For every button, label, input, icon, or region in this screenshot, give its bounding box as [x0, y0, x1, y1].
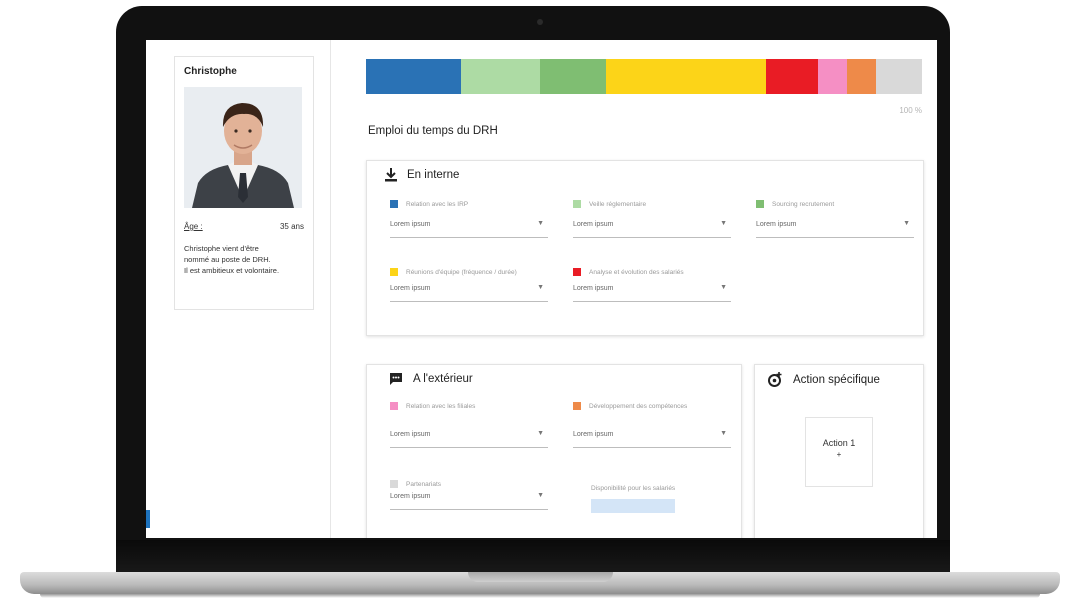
- profile-description-line: nommé au poste de DRH.: [184, 255, 271, 264]
- field-reunions: Réunions d'équipe (fréquence / durée) Lo…: [390, 267, 548, 302]
- schedule-title: Emploi du temps du DRH: [368, 125, 498, 137]
- field-label: Disponibilité pour les salariés: [591, 484, 676, 492]
- specific-card: Action spécifique Action 1 +: [754, 364, 924, 538]
- time-bar-segment: [606, 59, 767, 94]
- select-relation-irp[interactable]: Lorem ipsum ▼: [390, 215, 548, 238]
- time-distribution-bar: [366, 59, 922, 94]
- select-value: Lorem ipsum: [390, 431, 431, 438]
- time-bar-segment: [846, 59, 876, 94]
- dropdown-arrow-icon: ▼: [537, 284, 544, 291]
- camera-icon: [537, 19, 543, 25]
- internal-title: En interne: [407, 169, 460, 181]
- time-bar-segment: [766, 59, 819, 94]
- specific-header: Action spécifique: [768, 372, 880, 387]
- field-competences: Développement des compétences Lorem ipsu…: [573, 401, 731, 448]
- internal-card: En interne Relation avec les IRP Lorem i…: [366, 160, 924, 336]
- dropdown-arrow-icon: ▼: [720, 220, 727, 227]
- profile-name: Christophe: [184, 66, 237, 77]
- dropdown-arrow-icon: ▼: [720, 430, 727, 437]
- availability-input[interactable]: [591, 499, 675, 513]
- legend-swatch: [390, 402, 398, 410]
- action-label: Action 1: [822, 438, 856, 448]
- field-disponibilite: Disponibilité pour les salariés: [591, 483, 676, 513]
- time-bar-segment: [818, 59, 847, 94]
- dropdown-arrow-icon: ▼: [537, 220, 544, 227]
- field-veille: Veille réglementaire Lorem ipsum ▼: [573, 199, 731, 238]
- field-label: Réunions d'équipe (fréquence / durée): [406, 268, 517, 276]
- legend-swatch: [756, 200, 764, 208]
- select-value: Lorem ipsum: [573, 221, 614, 228]
- field-relation-irp: Relation avec les IRP Lorem ipsum ▼: [390, 199, 548, 238]
- legend-swatch: [390, 268, 398, 276]
- time-bar-segment: [366, 59, 462, 94]
- select-competences[interactable]: Lorem ipsum ▼: [573, 425, 731, 448]
- legend-swatch: [390, 200, 398, 208]
- profile-photo: [184, 87, 302, 208]
- field-analyse: Analyse et évolution des salariés Lorem …: [573, 267, 731, 302]
- external-card: A l'extérieur Relation avec les filiales…: [366, 364, 742, 538]
- laptop-chin: [116, 540, 950, 576]
- app-screen: Christophe Âge : 35 ans Christophe vient…: [146, 40, 937, 538]
- select-value: Lorem ipsum: [390, 221, 431, 228]
- field-label: Sourcing recrutement: [772, 200, 835, 208]
- profile-description-line: Il est ambitieux et volontaire.: [184, 266, 280, 275]
- internal-header: En interne: [385, 168, 459, 182]
- select-filiales[interactable]: Lorem ipsum ▼: [390, 425, 548, 448]
- profile-card: Christophe Âge : 35 ans Christophe vient…: [174, 56, 314, 310]
- field-sourcing: Sourcing recrutement Lorem ipsum ▼: [756, 199, 914, 238]
- time-bar-segment: [461, 59, 541, 94]
- field-label: Relation avec les filiales: [406, 402, 476, 410]
- profile-description-line: Christophe vient d'être: [184, 244, 259, 253]
- field-label: Analyse et évolution des salariés: [589, 268, 684, 276]
- external-title: A l'extérieur: [413, 373, 473, 385]
- laptop-shadow: [40, 594, 1040, 598]
- time-bar-segment: [540, 59, 607, 94]
- field-label: Développement des compétences: [589, 402, 688, 410]
- legend-swatch: [573, 268, 581, 276]
- left-panel: Christophe Âge : 35 ans Christophe vient…: [146, 40, 331, 538]
- percent-label: 100 %: [899, 106, 922, 115]
- select-reunions[interactable]: Lorem ipsum ▼: [390, 279, 548, 302]
- left-accent: [146, 510, 150, 528]
- download-icon: [385, 168, 397, 182]
- profile-description: Christophe vient d'être nommé au poste d…: [184, 243, 308, 276]
- chat-icon: [390, 373, 402, 385]
- time-bar-segment: [875, 59, 922, 94]
- field-filiales: Relation avec les filiales Lorem ipsum ▼: [390, 401, 548, 448]
- age-value: 35 ans: [279, 222, 304, 231]
- dropdown-arrow-icon: ▼: [537, 492, 544, 499]
- select-value: Lorem ipsum: [573, 431, 614, 438]
- legend-swatch: [573, 200, 581, 208]
- select-value: Lorem ipsum: [573, 285, 614, 292]
- select-value: Lorem ipsum: [390, 285, 431, 292]
- select-veille[interactable]: Lorem ipsum ▼: [573, 215, 731, 238]
- age-label: Âge :: [184, 222, 203, 231]
- select-analyse[interactable]: Lorem ipsum ▼: [573, 279, 731, 302]
- specific-title: Action spécifique: [793, 373, 880, 386]
- select-value: Lorem ipsum: [756, 221, 797, 228]
- legend-swatch: [573, 402, 581, 410]
- dropdown-arrow-icon: ▼: [537, 430, 544, 437]
- external-header: A l'extérieur: [389, 372, 473, 386]
- select-sourcing[interactable]: Lorem ipsum ▼: [756, 215, 914, 238]
- dropdown-arrow-icon: ▼: [720, 284, 727, 291]
- add-action-icon: +: [836, 450, 842, 459]
- field-label: Relation avec les IRP: [406, 200, 469, 208]
- field-partenariats: Partenariats Lorem ipsum ▼: [390, 479, 548, 510]
- action-1-box[interactable]: Action 1 +: [805, 417, 873, 487]
- laptop-notch: [468, 572, 613, 582]
- target-add-icon: [768, 372, 782, 387]
- field-label: Veille réglementaire: [589, 200, 647, 208]
- select-partenariats[interactable]: Lorem ipsum ▼: [390, 487, 548, 510]
- select-value: Lorem ipsum: [390, 493, 431, 500]
- dropdown-arrow-icon: ▼: [903, 220, 910, 227]
